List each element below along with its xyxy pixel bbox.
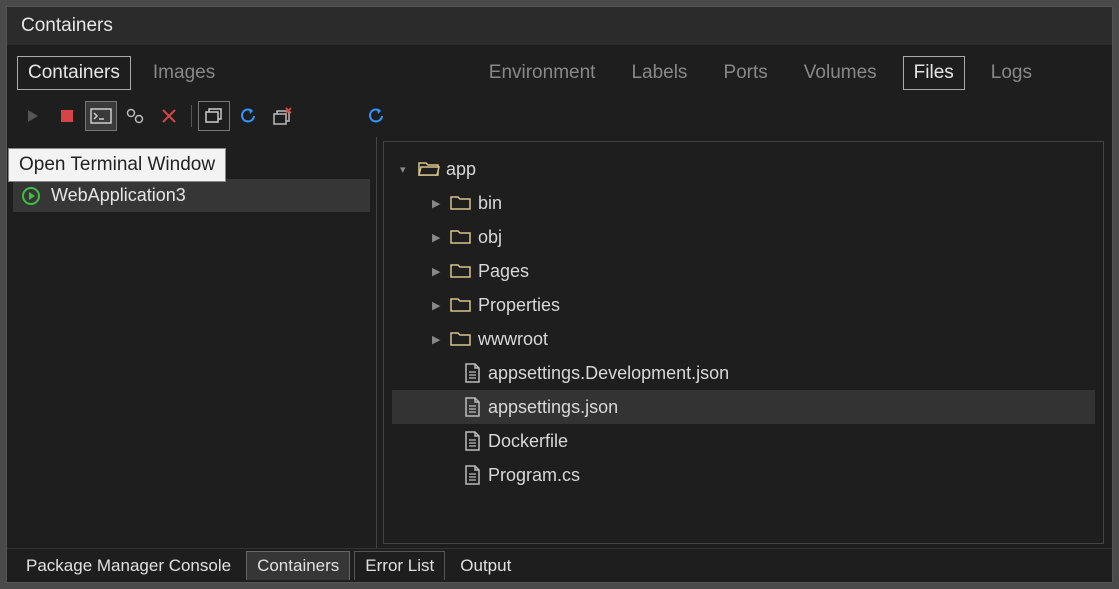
expander-icon: ▶ (432, 299, 444, 312)
folder-icon (450, 296, 472, 314)
folder-icon (450, 262, 472, 280)
bottom-tab-pmc[interactable]: Package Manager Console (15, 551, 242, 580)
tabs-row: Containers Images Environment Labels Por… (7, 45, 1112, 95)
close-icon (161, 108, 177, 124)
file-tree-panel: ▾ app ▶ bin ▶ obj ▶ Pages ▶ (383, 141, 1104, 544)
tree-folder-app[interactable]: ▾ app (392, 152, 1095, 186)
tab-ports[interactable]: Ports (713, 57, 777, 89)
tree-file-appsettings-dev[interactable]: appsettings.Development.json (392, 356, 1095, 390)
tab-containers[interactable]: Containers (17, 56, 131, 90)
folder-icon (450, 194, 472, 212)
folder-label: bin (478, 193, 502, 214)
window-title: Containers (7, 7, 1112, 45)
start-button[interactable] (17, 101, 49, 131)
tree-folder-properties[interactable]: ▶ Properties (392, 288, 1095, 322)
container-item[interactable]: WebApplication3 (13, 179, 370, 212)
refresh-icon (366, 106, 386, 126)
file-label: appsettings.Development.json (488, 363, 729, 384)
remove-button[interactable] (153, 101, 185, 131)
expander-icon: ▶ (432, 197, 444, 210)
bottom-tabs: Package Manager Console Containers Error… (7, 548, 1112, 582)
containers-window: Containers Containers Images Environment… (6, 6, 1113, 583)
tab-logs[interactable]: Logs (981, 57, 1042, 89)
tab-labels[interactable]: Labels (621, 57, 697, 89)
bottom-tab-output[interactable]: Output (449, 551, 522, 580)
file-label: Program.cs (488, 465, 580, 486)
expander-icon: ▶ (432, 265, 444, 278)
folder-icon (450, 228, 472, 246)
tree-file-appsettings[interactable]: appsettings.json (392, 390, 1095, 424)
containers-list-panel: s WebApplication3 (7, 137, 377, 548)
bottom-tab-containers[interactable]: Containers (246, 551, 350, 580)
folder-icon (450, 330, 472, 348)
folder-label: app (446, 159, 476, 180)
gears-icon (125, 107, 145, 125)
file-icon (464, 465, 482, 485)
toolbar-right (360, 101, 392, 131)
stop-button[interactable] (51, 101, 83, 131)
folder-open-icon (418, 160, 440, 178)
windows-icon (204, 107, 224, 125)
tab-images[interactable]: Images (143, 57, 225, 89)
window-title-text: Containers (21, 15, 113, 37)
bottom-tab-error-list[interactable]: Error List (354, 551, 445, 580)
container-name: WebApplication3 (51, 185, 186, 206)
prune-button[interactable] (266, 101, 298, 131)
prune-icon (272, 107, 292, 125)
windows-button[interactable] (198, 101, 230, 131)
expander-icon: ▶ (432, 231, 444, 244)
folder-label: Pages (478, 261, 529, 282)
file-icon (464, 397, 482, 417)
file-icon (464, 431, 482, 451)
file-icon (464, 363, 482, 383)
toolbar-left (17, 101, 298, 131)
running-icon (21, 186, 41, 206)
tooltip-open-terminal: Open Terminal Window (8, 148, 226, 182)
tree-folder-bin[interactable]: ▶ bin (392, 186, 1095, 220)
tree-file-program[interactable]: Program.cs (392, 458, 1095, 492)
tree-folder-pages[interactable]: ▶ Pages (392, 254, 1095, 288)
expander-icon: ▶ (432, 333, 444, 346)
tree-folder-obj[interactable]: ▶ obj (392, 220, 1095, 254)
tree-file-dockerfile[interactable]: Dockerfile (392, 424, 1095, 458)
file-label: appsettings.json (488, 397, 618, 418)
stop-icon (60, 109, 74, 123)
refresh-icon (238, 106, 258, 126)
folder-label: wwwroot (478, 329, 548, 350)
tab-environment[interactable]: Environment (479, 57, 606, 89)
folder-label: obj (478, 227, 502, 248)
terminal-button[interactable] (85, 101, 117, 131)
refresh-left-button[interactable] (232, 101, 264, 131)
refresh-right-button[interactable] (360, 101, 392, 131)
detail-tabs: Environment Labels Ports Volumes Files L… (479, 56, 1102, 90)
tree-folder-wwwroot[interactable]: ▶ wwwroot (392, 322, 1095, 356)
play-icon (25, 108, 41, 124)
toolbar-separator (191, 105, 192, 127)
file-label: Dockerfile (488, 431, 568, 452)
main-area: s WebApplication3 ▾ app ▶ bin ▶ obj (7, 137, 1112, 548)
folder-label: Properties (478, 295, 560, 316)
expander-open-icon: ▾ (400, 163, 412, 176)
tab-volumes[interactable]: Volumes (794, 57, 887, 89)
toolbar (7, 95, 1112, 137)
tab-files[interactable]: Files (903, 56, 965, 90)
view-tabs: Containers Images (17, 56, 225, 90)
terminal-icon (90, 108, 112, 124)
settings-button[interactable] (119, 101, 151, 131)
